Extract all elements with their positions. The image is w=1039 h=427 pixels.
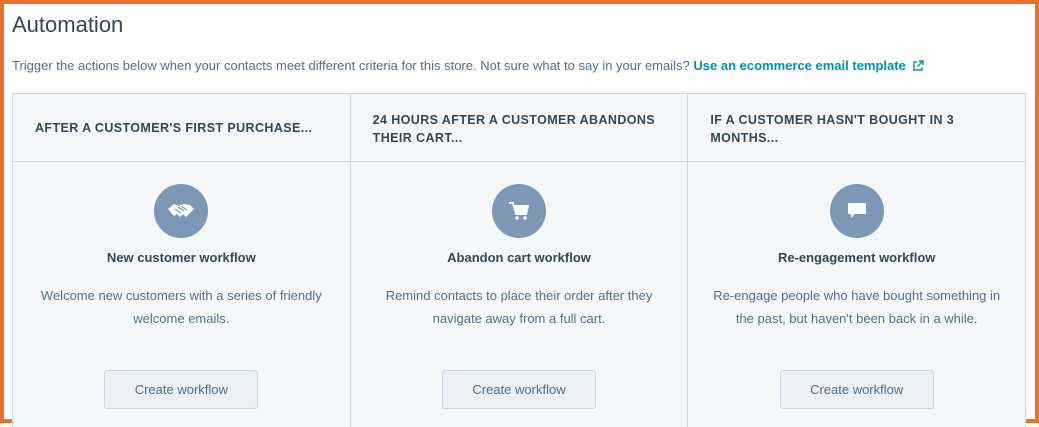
- workflow-title: Abandon cart workflow: [447, 250, 591, 265]
- workflow-grid: AFTER A CUSTOMER'S FIRST PURCHASE... New…: [12, 93, 1026, 427]
- template-link-label: Use an ecommerce email template: [693, 58, 906, 73]
- column-header: 24 HOURS AFTER A CUSTOMER ABANDONS THEIR…: [350, 94, 688, 162]
- workflow-title: Re-engagement workflow: [777, 250, 936, 265]
- cart-icon: [492, 184, 546, 238]
- workflow-column-abandon-cart: 24 HOURS AFTER A CUSTOMER ABANDONS THEIR…: [350, 94, 689, 427]
- workflow-title: New customer workflow: [106, 250, 256, 265]
- workflow-column-re-engagement: IF A CUSTOMER HASN'T BOUGHT IN 3 MONTHS.…: [688, 94, 1026, 427]
- page-description: Trigger the actions below when your cont…: [12, 58, 924, 75]
- page-title: Automation: [12, 12, 124, 37]
- column-header: AFTER A CUSTOMER'S FIRST PURCHASE...: [13, 94, 350, 162]
- create-workflow-button[interactable]: Create workflow: [104, 370, 259, 409]
- workflow-description: Remind contacts to place their order aft…: [385, 288, 653, 326]
- handshake-icon: [154, 184, 209, 238]
- workflow-description: Re-engage people who have bought somethi…: [713, 288, 1001, 326]
- column-header: IF A CUSTOMER HASN'T BOUGHT IN 3 MONTHS.…: [688, 94, 1026, 162]
- automation-panel: Automation Trigger the actions below whe…: [0, 0, 1039, 427]
- create-workflow-button[interactable]: Create workflow: [442, 370, 596, 409]
- description-text: Trigger the actions below when your cont…: [12, 58, 690, 73]
- column-body: New customer workflow Welcome new custom…: [13, 162, 350, 427]
- column-body: Abandon cart workflow Remind contacts to…: [351, 162, 688, 427]
- column-body: Re-engagement workflow Re-engage people …: [688, 162, 1025, 427]
- speech-bubble-icon: [829, 184, 884, 238]
- external-link-icon: [912, 60, 924, 75]
- workflow-column-first-purchase: AFTER A CUSTOMER'S FIRST PURCHASE... New…: [13, 94, 351, 427]
- workflow-description: Welcome new customers with a series of f…: [40, 288, 322, 326]
- create-workflow-button[interactable]: Create workflow: [779, 370, 934, 409]
- ecommerce-template-link[interactable]: Use an ecommerce email template: [693, 58, 924, 75]
